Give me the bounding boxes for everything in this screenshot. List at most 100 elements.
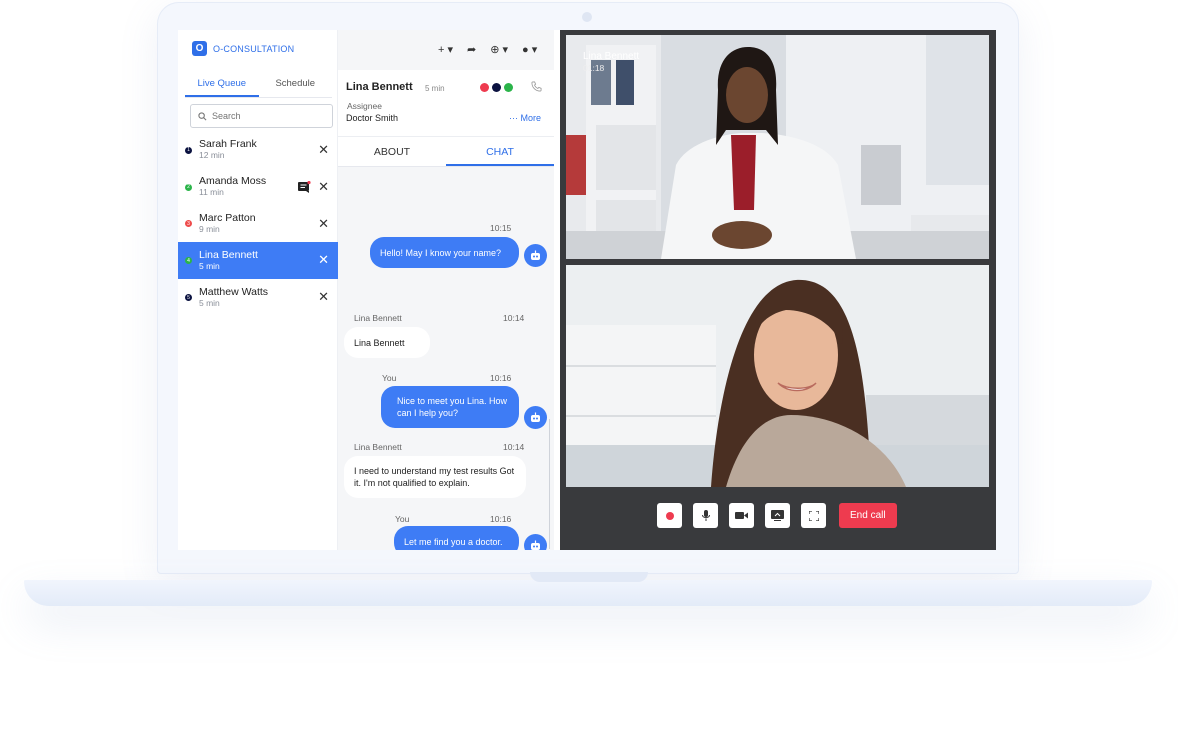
- laptop-notch: [530, 572, 648, 582]
- brand[interactable]: O O-CONSULTATION: [192, 41, 294, 56]
- status-dots: [480, 83, 513, 92]
- more-button[interactable]: ··· More: [509, 113, 541, 123]
- brand-name: O-CONSULTATION: [213, 43, 295, 54]
- camera-button[interactable]: [729, 503, 754, 528]
- tab-about[interactable]: ABOUT: [338, 137, 446, 166]
- queue-item-marc-patton[interactable]: 3 Marc Patton 9 min ✕: [178, 206, 338, 243]
- message-bubble-incoming: Lina Bennett: [344, 327, 430, 358]
- queue-item-lina-bennett[interactable]: 4 Lina Bennett 5 min ✕: [178, 242, 338, 280]
- user-icon[interactable]: ● ▾: [522, 43, 537, 56]
- message-time: 10:15: [490, 223, 512, 233]
- message-sender: Lina Bennett: [354, 313, 402, 323]
- queue-index-badge: 3: [185, 220, 192, 228]
- end-call-button[interactable]: End call: [839, 503, 897, 528]
- queue-item-text: Marc Patton 9 min: [199, 211, 256, 235]
- record-button[interactable]: [657, 503, 682, 528]
- laptop-base: [24, 580, 1152, 606]
- queue-item-amanda-moss[interactable]: 2 Amanda Moss 11 min ✕: [178, 169, 338, 206]
- search-input[interactable]: [212, 111, 322, 121]
- assignee-value: Doctor Smith: [346, 113, 399, 123]
- status-dot-red[interactable]: [480, 83, 489, 92]
- tab-live-queue[interactable]: Live Queue: [185, 72, 259, 97]
- fullscreen-button[interactable]: [801, 503, 826, 528]
- queue-item-text: Sarah Frank 12 min: [199, 139, 257, 161]
- queue-index-badge: 2: [185, 183, 192, 191]
- queue-item-sarah-frank[interactable]: 1 Sarah Frank 12 min ✕: [178, 132, 338, 169]
- assignee-label: Assignee: [347, 101, 382, 111]
- patient-name: Lina Bennett: [346, 81, 413, 93]
- doctor-video-image: [566, 35, 989, 259]
- chat-scrollbar[interactable]: [549, 419, 550, 549]
- brand-logo-icon: O: [192, 41, 207, 56]
- close-icon[interactable]: ✕: [318, 217, 329, 230]
- queue-item-text: Amanda Moss 11 min: [199, 176, 266, 198]
- queue-item-time: 9 min: [199, 223, 220, 234]
- queue-tabs: Live Queue Schedule: [185, 72, 332, 98]
- tab-chat[interactable]: CHAT: [446, 137, 554, 166]
- conversation-panel: + ▾ ➦ ⊕ ▾ ● ▾ Lina Bennett 5 min Assigne…: [338, 30, 554, 550]
- microphone-icon: [701, 509, 710, 521]
- queue-item-name: Marc Patton: [199, 211, 256, 224]
- patient-info-card: Lina Bennett 5 min Assignee Doctor Smith…: [338, 70, 554, 137]
- message-time: 10:16: [490, 373, 512, 383]
- record-icon: [665, 511, 674, 520]
- bot-avatar-icon: [524, 406, 547, 429]
- message-time: 10:14: [503, 313, 525, 323]
- queue-list: 1 Sarah Frank 12 min ✕ 2 Amanda Moss 11 …: [178, 132, 338, 316]
- conversation-tabs: ABOUT CHAT: [338, 137, 554, 167]
- queue-item-text: Matthew Watts 5 min: [199, 285, 269, 309]
- caller-name: Lina Bennett: [583, 51, 640, 62]
- plus-icon[interactable]: + ▾: [438, 43, 453, 56]
- queue-item-text: Lina Bennett 5 min: [199, 249, 258, 272]
- queue-item-time: 11 min: [199, 187, 224, 198]
- app-screen: O O-CONSULTATION Live Queue Schedule 1 S…: [178, 30, 996, 550]
- search-icon: [198, 111, 207, 120]
- bot-avatar-icon: [524, 244, 547, 267]
- microphone-button[interactable]: [693, 503, 718, 528]
- queue-item-matthew-watts[interactable]: 5 Matthew Watts 5 min ✕: [178, 279, 338, 316]
- search-box[interactable]: [190, 104, 333, 128]
- message-bubble-outgoing: Nice to meet you Lina. How can I help yo…: [381, 386, 519, 428]
- call-controls: End call: [657, 503, 897, 528]
- tab-schedule[interactable]: Schedule: [259, 72, 333, 97]
- queue-index-badge: 5: [185, 294, 192, 302]
- video-camera-icon: [735, 512, 748, 519]
- patient-video-feed: [566, 265, 989, 487]
- queue-index-badge: 4: [185, 257, 192, 265]
- screen-share-icon: [771, 510, 784, 521]
- message-sender: You: [395, 514, 410, 524]
- patient-wait-time: 5 min: [425, 84, 445, 93]
- screen-share-button[interactable]: [765, 503, 790, 528]
- queue-item-name: Amanda Moss: [199, 175, 267, 188]
- queue-item-time: 12 min: [199, 150, 225, 161]
- close-icon[interactable]: ✕: [318, 253, 329, 266]
- bot-avatar-icon: [524, 534, 547, 550]
- chat-thread: 10:15 Hello! May I know your name? Lina …: [338, 167, 554, 550]
- queue-sidebar: O O-CONSULTATION Live Queue Schedule 1 S…: [178, 30, 338, 550]
- video-call-panel: Lina Bennett 01:18 End call: [560, 30, 996, 550]
- globe-icon[interactable]: ⊕ ▾: [490, 43, 508, 56]
- share-icon[interactable]: ➦: [467, 43, 476, 56]
- message-time: 10:16: [490, 514, 512, 524]
- message-time: 10:14: [503, 442, 525, 452]
- message-notification-icon[interactable]: [298, 180, 311, 193]
- queue-index-badge: 1: [185, 146, 192, 154]
- message-bubble-outgoing: Hello! May I know your name?: [370, 237, 519, 268]
- laptop-camera: [582, 12, 592, 22]
- queue-item-time: 5 min: [199, 297, 220, 308]
- message-bubble-outgoing: Let me find you a doctor.: [394, 526, 519, 550]
- status-dot-navy[interactable]: [492, 83, 501, 92]
- message-bubble-incoming: I need to understand my test results Got…: [344, 456, 526, 498]
- close-icon[interactable]: ✕: [318, 143, 329, 156]
- close-icon[interactable]: ✕: [318, 290, 329, 303]
- phone-icon[interactable]: [531, 81, 542, 92]
- status-dot-green-check-icon[interactable]: [504, 83, 513, 92]
- queue-item-time: 5 min: [199, 260, 220, 271]
- stage: O O-CONSULTATION Live Queue Schedule 1 S…: [0, 0, 1178, 738]
- message-sender: Lina Bennett: [354, 442, 402, 452]
- close-icon[interactable]: ✕: [318, 180, 329, 193]
- queue-item-name: Matthew Watts: [199, 285, 269, 298]
- fullscreen-icon: [808, 510, 819, 521]
- queue-item-name: Sarah Frank: [199, 138, 257, 151]
- call-duration: 01:18: [583, 63, 605, 73]
